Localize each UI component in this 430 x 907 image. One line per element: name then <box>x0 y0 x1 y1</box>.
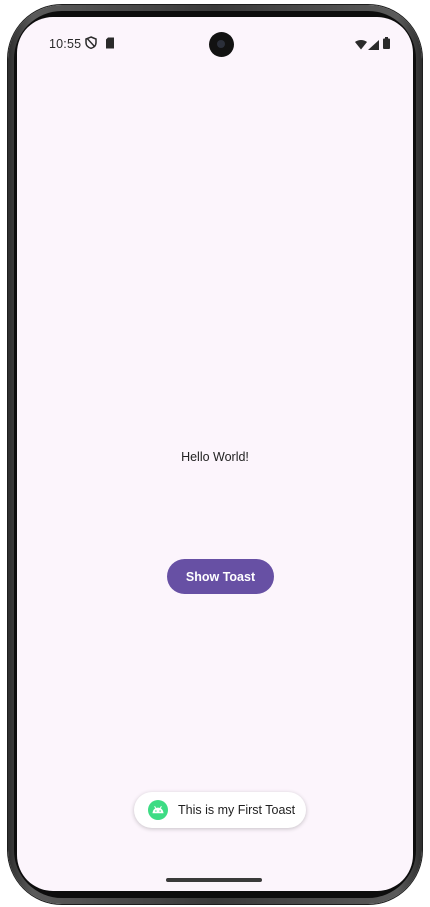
app-screen: 10:55 Hello World! Show Toast This is my… <box>17 17 413 891</box>
sim-card-icon <box>105 36 115 54</box>
battery-icon <box>383 36 390 54</box>
android-icon <box>148 800 168 820</box>
toast-message: This is my First Toast <box>134 792 306 828</box>
front-camera <box>209 32 234 57</box>
shield-icon <box>85 36 97 54</box>
status-bar: 10:55 <box>17 17 413 65</box>
status-time: 10:55 <box>49 37 82 51</box>
wifi-icon <box>355 37 367 55</box>
show-toast-button[interactable]: Show Toast <box>167 559 274 594</box>
hello-text: Hello World! <box>181 450 249 464</box>
toast-text: This is my First Toast <box>178 803 296 817</box>
navigation-handle[interactable] <box>166 878 262 882</box>
signal-icon <box>368 37 379 55</box>
